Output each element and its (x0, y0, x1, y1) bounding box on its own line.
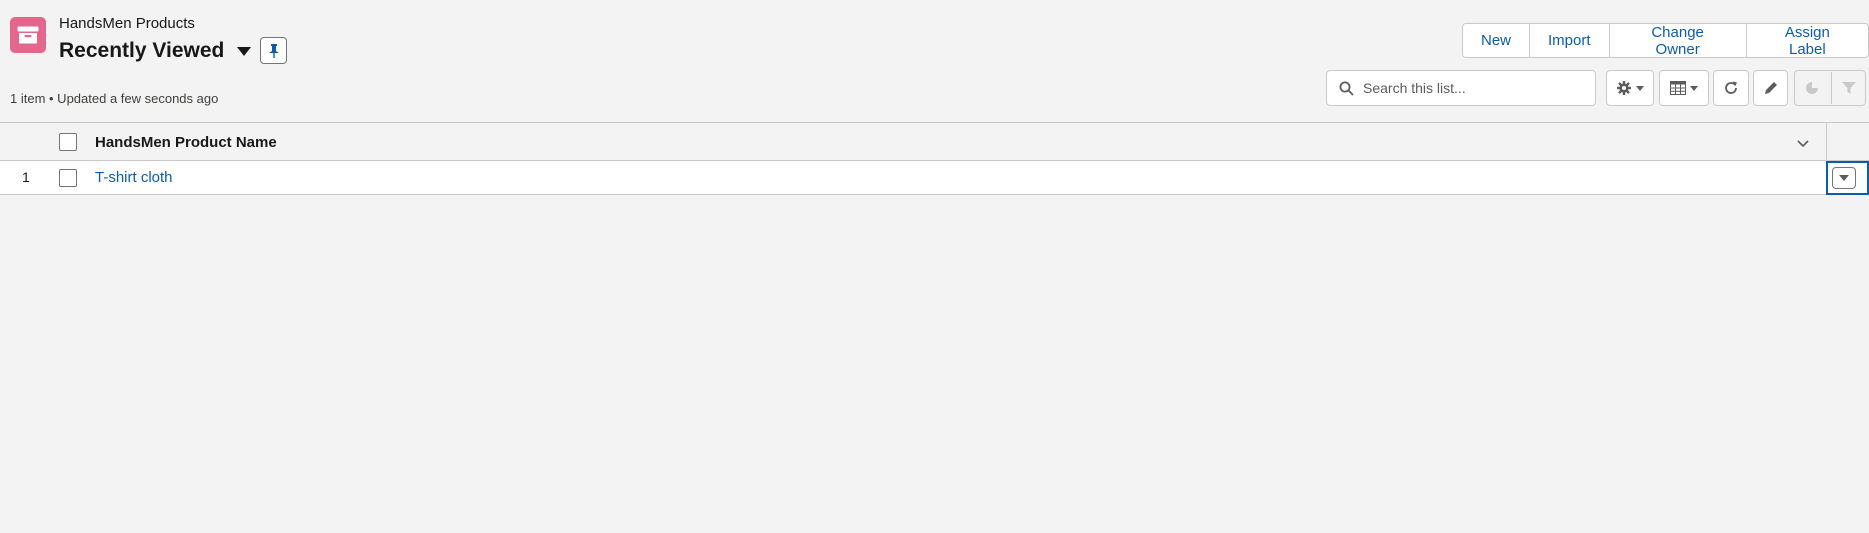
select-all-checkbox[interactable] (59, 133, 77, 151)
table-row: 1 T-shirt cloth (0, 161, 1869, 195)
list-view-table: HandsMen Product Name 1 T-shirt cloth (0, 122, 1869, 195)
button-divider (1831, 72, 1832, 104)
chevron-down-icon (1690, 85, 1698, 91)
gear-icon (1617, 81, 1631, 95)
charts-button[interactable] (1795, 81, 1828, 95)
pin-icon (268, 43, 279, 58)
row-actions-button[interactable] (1832, 167, 1856, 189)
table-header-row: HandsMen Product Name (0, 122, 1869, 161)
row-number: 1 (22, 169, 30, 185)
charts-filters-group (1794, 70, 1866, 106)
list-view-header: HandsMen Products Recently Viewed 1 item… (0, 0, 1869, 122)
pencil-icon (1764, 82, 1777, 94)
search-input[interactable] (1363, 80, 1583, 96)
display-as-button[interactable] (1659, 70, 1709, 106)
assign-label-button[interactable]: Assign Label (1745, 24, 1868, 57)
archive-box-icon (10, 17, 46, 53)
list-view-title-row[interactable]: Recently Viewed (59, 37, 252, 65)
filters-button[interactable] (1832, 81, 1865, 95)
product-name-link[interactable]: T-shirt cloth (95, 169, 173, 186)
object-label: HandsMen Products (59, 15, 195, 32)
list-view-status: 1 item • Updated a few seconds ago (10, 91, 219, 106)
chevron-down-icon (1636, 85, 1644, 91)
pin-list-view-button[interactable] (260, 37, 287, 64)
list-view-switcher-caret-icon[interactable] (237, 46, 252, 56)
chevron-down-icon (1839, 175, 1849, 181)
table-icon (1670, 81, 1686, 95)
inline-edit-button[interactable] (1753, 70, 1788, 106)
pie-chart-icon (1805, 82, 1818, 94)
list-view-controls-button[interactable] (1606, 70, 1654, 106)
refresh-icon (1725, 81, 1737, 94)
chevron-down-icon[interactable] (1796, 136, 1810, 154)
new-button[interactable]: New (1463, 24, 1530, 57)
change-owner-button[interactable]: Change Owner (1608, 24, 1746, 57)
list-view-title[interactable]: Recently Viewed (59, 39, 224, 63)
refresh-button[interactable] (1713, 70, 1749, 106)
import-button[interactable]: Import (1529, 24, 1609, 57)
column-divider (1826, 123, 1827, 160)
search-box[interactable] (1326, 70, 1596, 106)
row-checkbox[interactable] (59, 169, 77, 187)
list-actions-group: New Import Change Owner Assign Label (1462, 23, 1869, 58)
search-icon (1339, 81, 1354, 96)
filter-icon (1841, 82, 1856, 94)
column-header-product-name[interactable]: HandsMen Product Name (95, 134, 277, 151)
